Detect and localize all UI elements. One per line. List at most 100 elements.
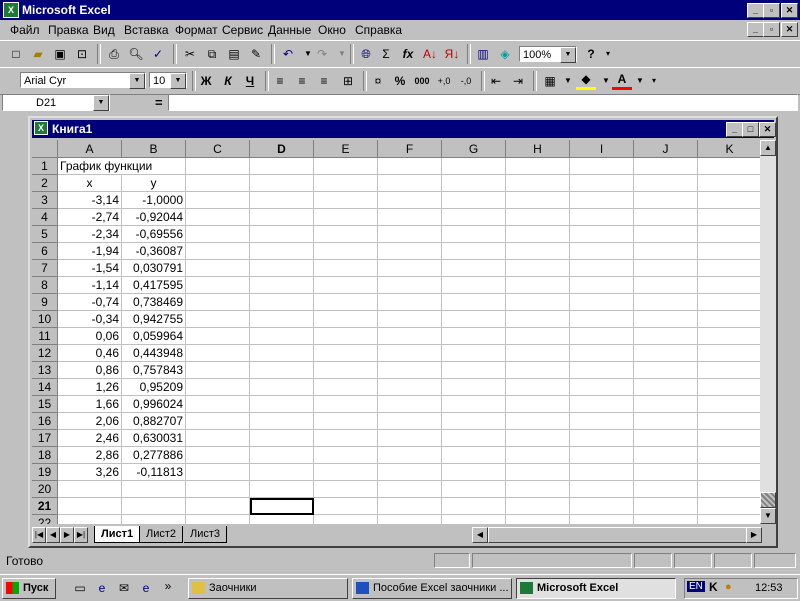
workbook-icon[interactable]: X [34, 121, 48, 135]
new-document-icon[interactable]: □ [6, 44, 26, 64]
cell-e13[interactable] [314, 362, 378, 379]
cell-c15[interactable] [186, 396, 250, 413]
cell-h22[interactable] [506, 515, 570, 524]
cell-a4[interactable]: -2,74 [58, 209, 122, 226]
row-header-13[interactable]: 13 [32, 362, 58, 379]
cell-h9[interactable] [506, 294, 570, 311]
row-header-15[interactable]: 15 [32, 396, 58, 413]
cell-a9[interactable]: -0,74 [58, 294, 122, 311]
cell-i9[interactable] [570, 294, 634, 311]
font-color-icon[interactable]: A [612, 71, 632, 90]
chevron-down-icon[interactable]: ▼ [93, 95, 109, 111]
cell-d2[interactable] [250, 175, 314, 192]
cell-j4[interactable] [634, 209, 698, 226]
autosum-icon[interactable]: Σ [376, 44, 396, 64]
doc-minimize-icon[interactable]: _ [747, 22, 764, 37]
ie-icon[interactable]: e [92, 578, 112, 598]
cell-k1[interactable] [698, 158, 760, 175]
row-header-6[interactable]: 6 [32, 243, 58, 260]
cell-e5[interactable] [314, 226, 378, 243]
chevron-down-icon[interactable]: ▼ [129, 73, 145, 89]
cell-j14[interactable] [634, 379, 698, 396]
cell-h18[interactable] [506, 447, 570, 464]
more-quicklaunch-icon[interactable]: » [158, 576, 178, 596]
cell-d15[interactable] [250, 396, 314, 413]
cell-g6[interactable] [442, 243, 506, 260]
row-header-7[interactable]: 7 [32, 260, 58, 277]
cell-e6[interactable] [314, 243, 378, 260]
next-sheet-icon[interactable]: ▶ [60, 527, 74, 543]
underline-button[interactable]: Ч [240, 71, 260, 91]
cell-k10[interactable] [698, 311, 760, 328]
formula-input[interactable] [168, 94, 798, 111]
column-header-i[interactable]: I [570, 140, 634, 158]
fill-color-icon[interactable]: ◆ [576, 71, 596, 90]
cell-a17[interactable]: 2,46 [58, 430, 122, 447]
sheet-tab-3[interactable]: Лист3 [184, 526, 228, 543]
desktop-icon[interactable]: ▭ [70, 578, 90, 598]
cell-a6[interactable]: -1,94 [58, 243, 122, 260]
row-header-19[interactable]: 19 [32, 464, 58, 481]
cell-i20[interactable] [570, 481, 634, 498]
more-buttons-icon[interactable]: ▾ [644, 71, 664, 91]
spreadsheet-grid[interactable]: A B C D E F G H I J K 1 График функции 2 x y 3 -3,14 -1,00… [32, 140, 760, 524]
cell-f10[interactable] [378, 311, 442, 328]
cell-c16[interactable] [186, 413, 250, 430]
print-icon[interactable]: ⎙ [104, 44, 124, 64]
cell-c9[interactable] [186, 294, 250, 311]
cell-b21[interactable] [122, 498, 186, 515]
cell-k9[interactable] [698, 294, 760, 311]
menu-data[interactable]: Данные [268, 23, 311, 37]
cell-i7[interactable] [570, 260, 634, 277]
column-header-h[interactable]: H [506, 140, 570, 158]
cell-d21[interactable] [250, 498, 314, 515]
cell-a13[interactable]: 0,86 [58, 362, 122, 379]
cell-i19[interactable] [570, 464, 634, 481]
menu-view[interactable]: Вид [93, 23, 115, 37]
cell-g11[interactable] [442, 328, 506, 345]
cell-e15[interactable] [314, 396, 378, 413]
cell-k7[interactable] [698, 260, 760, 277]
cell-b17[interactable]: 0,630031 [122, 430, 186, 447]
cell-b15[interactable]: 0,996024 [122, 396, 186, 413]
cell-k4[interactable] [698, 209, 760, 226]
cell-c3[interactable] [186, 192, 250, 209]
cell-b19[interactable]: -0,11813 [122, 464, 186, 481]
cell-j6[interactable] [634, 243, 698, 260]
cell-b20[interactable] [122, 481, 186, 498]
merge-center-icon[interactable]: ⊞ [338, 71, 358, 91]
decrease-indent-icon[interactable]: ⇤ [486, 71, 506, 91]
language-indicator[interactable]: EN [687, 581, 705, 592]
cell-f8[interactable] [378, 277, 442, 294]
cell-k11[interactable] [698, 328, 760, 345]
cell-a1[interactable]: График функции [58, 158, 152, 175]
row-header-2[interactable]: 2 [32, 175, 58, 192]
cell-b9[interactable]: 0,738469 [122, 294, 186, 311]
more-buttons-icon[interactable]: ▾ [598, 44, 618, 64]
row-header-9[interactable]: 9 [32, 294, 58, 311]
cell-f4[interactable] [378, 209, 442, 226]
print-preview-icon[interactable]: 🔍︎ [126, 44, 146, 64]
font-select[interactable]: Arial Cyr ▼ [20, 72, 146, 89]
cell-i22[interactable] [570, 515, 634, 524]
first-sheet-icon[interactable]: |◀ [32, 527, 46, 543]
cell-h1[interactable] [506, 158, 570, 175]
cell-d19[interactable] [250, 464, 314, 481]
open-folder-icon[interactable]: ▰ [28, 44, 48, 64]
cell-i8[interactable] [570, 277, 634, 294]
cell-j13[interactable] [634, 362, 698, 379]
cell-j20[interactable] [634, 481, 698, 498]
cell-a2[interactable]: x [58, 175, 122, 192]
cell-h21[interactable] [506, 498, 570, 515]
task-posobie[interactable]: Пособие Excel заочники ... [352, 578, 512, 599]
cell-k22[interactable] [698, 515, 760, 524]
cell-k15[interactable] [698, 396, 760, 413]
cell-k20[interactable] [698, 481, 760, 498]
cell-a14[interactable]: 1,26 [58, 379, 122, 396]
cell-f14[interactable] [378, 379, 442, 396]
prev-sheet-icon[interactable]: ◀ [46, 527, 60, 543]
cell-f3[interactable] [378, 192, 442, 209]
cell-f22[interactable] [378, 515, 442, 524]
scroll-down-icon[interactable]: ▼ [760, 508, 776, 524]
cell-j10[interactable] [634, 311, 698, 328]
